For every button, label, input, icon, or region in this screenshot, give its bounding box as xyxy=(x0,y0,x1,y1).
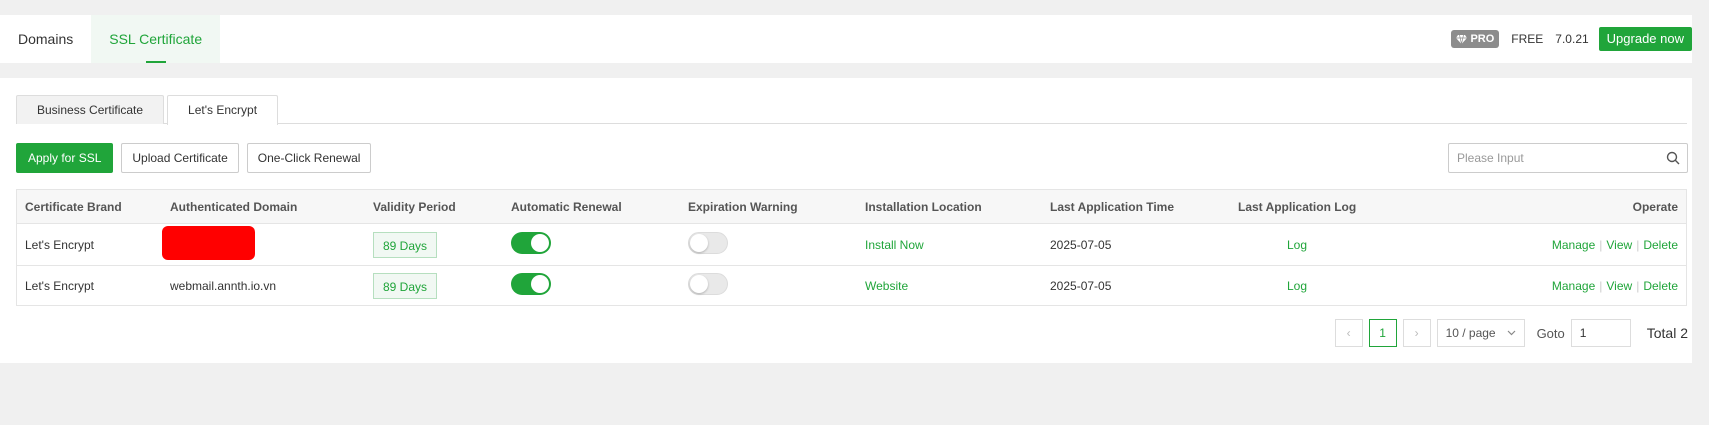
column-header: Authenticated Domain xyxy=(170,199,298,214)
expiration-warning-cell xyxy=(680,273,857,298)
validity-cell: 89 Days xyxy=(365,231,503,258)
operate-cell: Manage | View | Delete xyxy=(1551,278,1678,293)
total-count: Total 2 xyxy=(1646,325,1688,341)
page-size-value: 10 / page xyxy=(1445,326,1496,340)
validity-badge: 89 Days xyxy=(373,231,438,258)
last-application-time: 2025-07-05 xyxy=(1050,237,1112,252)
column-header: Last Application Time xyxy=(1050,199,1175,214)
top-navigation: Domains SSL Certificate xyxy=(0,15,221,63)
authenticated-domain: webmail.annth.io.vn xyxy=(170,278,277,293)
apply-ssl-button[interactable]: Apply for SSL xyxy=(16,143,114,173)
search-box xyxy=(1448,143,1688,173)
ssl-panel: Business Certificate Let's Encrypt Apply… xyxy=(0,78,1692,363)
certificate-brand: Let's Encrypt xyxy=(25,237,94,252)
page-size-select[interactable]: 10 / page xyxy=(1436,319,1525,347)
chevron-down-icon xyxy=(1507,330,1515,336)
pro-badge[interactable]: PRO xyxy=(1451,30,1500,48)
nav-tab-domains[interactable]: Domains xyxy=(0,15,91,63)
validity-badge: 89 Days xyxy=(373,272,438,299)
toolbar: Apply for SSL Upload Certificate One-Cli… xyxy=(16,143,372,173)
website-link[interactable]: Website xyxy=(857,279,1042,293)
column-header: Certificate Brand xyxy=(25,199,122,214)
auto-renewal-toggle[interactable] xyxy=(511,232,551,254)
view-link[interactable]: View xyxy=(1606,238,1632,252)
column-header: Installation Location xyxy=(865,199,982,214)
manage-link[interactable]: Manage xyxy=(1552,279,1595,293)
log-link[interactable]: Log xyxy=(1230,279,1430,293)
top-bar: Domains SSL Certificate PRO FREE 7.0.21 … xyxy=(0,15,1692,63)
authenticated-domain xyxy=(162,226,365,263)
diamond-icon xyxy=(1456,34,1468,44)
search-icon[interactable] xyxy=(1659,144,1687,172)
table-row: Let's Encrypt 89 Days Install Now 2025-0… xyxy=(17,223,1686,265)
search-input[interactable] xyxy=(1449,145,1659,171)
last-application-time: 2025-07-05 xyxy=(1050,278,1112,293)
column-header: Validity Period xyxy=(373,199,456,214)
tab-business-certificate[interactable]: Business Certificate xyxy=(16,95,165,124)
upload-certificate-button[interactable]: Upload Certificate xyxy=(121,143,239,173)
expiration-warning-toggle[interactable] xyxy=(688,273,728,295)
certificate-table: Certificate Brand Authenticated Domain V… xyxy=(16,189,1687,306)
page-number-button[interactable]: 1 xyxy=(1368,319,1397,347)
column-header: Operate xyxy=(1632,199,1678,214)
operate-cell: Manage | View | Delete xyxy=(1551,237,1678,252)
prev-page-button[interactable]: ‹ xyxy=(1334,319,1363,347)
edition-label: FREE xyxy=(1511,32,1544,46)
certificate-brand: Let's Encrypt xyxy=(25,278,94,293)
certificate-tabs: Business Certificate Let's Encrypt xyxy=(16,95,1687,125)
goto-page-input[interactable] xyxy=(1570,319,1631,347)
expiration-warning-cell xyxy=(680,232,857,257)
install-now-link[interactable]: Install Now xyxy=(857,238,1042,252)
table-row: Let's Encrypt webmail.annth.io.vn 89 Day… xyxy=(17,265,1686,305)
redacted-domain xyxy=(162,226,255,260)
column-header: Expiration Warning xyxy=(688,199,798,214)
delete-link[interactable]: Delete xyxy=(1643,279,1678,293)
column-header: Last Application Log xyxy=(1238,199,1357,214)
view-link[interactable]: View xyxy=(1606,279,1632,293)
auto-renewal-toggle[interactable] xyxy=(511,273,551,295)
auto-renewal-cell xyxy=(503,273,680,298)
next-page-button[interactable]: › xyxy=(1402,319,1431,347)
column-header: Automatic Renewal xyxy=(511,199,622,214)
one-click-renewal-button[interactable]: One-Click Renewal xyxy=(246,143,372,173)
pro-badge-label: PRO xyxy=(1470,33,1495,45)
goto-label: Goto xyxy=(1536,325,1565,341)
delete-link[interactable]: Delete xyxy=(1643,238,1678,252)
header-right: PRO FREE 7.0.21 Upgrade now xyxy=(1451,27,1692,51)
auto-renewal-cell xyxy=(503,232,680,257)
table-header: Certificate Brand Authenticated Domain V… xyxy=(17,190,1686,223)
version-label: 7.0.21 xyxy=(1555,32,1589,46)
nav-tab-ssl-certificate[interactable]: SSL Certificate xyxy=(91,15,221,63)
upgrade-button[interactable]: Upgrade now xyxy=(1598,27,1692,51)
validity-cell: 89 Days xyxy=(365,272,503,299)
log-link[interactable]: Log xyxy=(1230,238,1430,252)
manage-link[interactable]: Manage xyxy=(1552,238,1595,252)
pagination: ‹ 1 › 10 / page Goto Total 2 xyxy=(1329,319,1688,347)
expiration-warning-toggle[interactable] xyxy=(688,232,728,254)
tab-lets-encrypt[interactable]: Let's Encrypt xyxy=(167,95,279,125)
